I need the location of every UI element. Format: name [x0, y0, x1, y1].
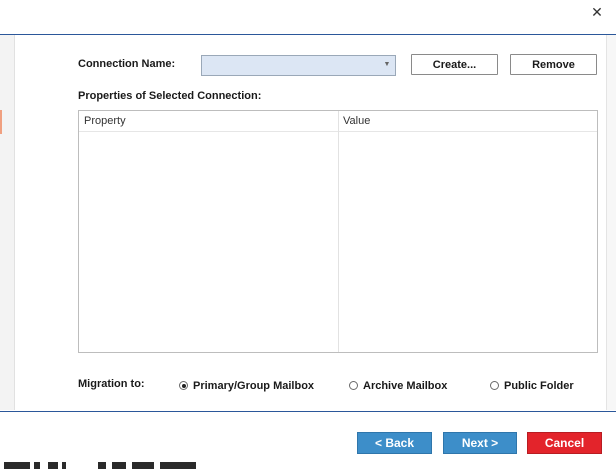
left-rail: [0, 35, 15, 410]
radio-label: Primary/Group Mailbox: [193, 380, 315, 392]
properties-grid[interactable]: Property Value: [78, 110, 598, 353]
remove-button[interactable]: Remove: [510, 54, 597, 75]
column-header-property[interactable]: Property: [84, 111, 126, 131]
column-header-value[interactable]: Value: [343, 111, 370, 131]
radio-primary-group-mailbox[interactable]: Primary/Group Mailbox: [179, 380, 329, 394]
radio-public-folder[interactable]: Public Folder: [490, 380, 590, 394]
left-rail-accent: [0, 110, 2, 134]
footer: [0, 412, 616, 469]
next-button[interactable]: Next >: [443, 432, 517, 454]
right-edge: [606, 35, 616, 410]
radio-label: Public Folder: [504, 380, 574, 392]
radio-indicator[interactable]: [179, 381, 188, 390]
migration-label: Migration to:: [78, 378, 145, 390]
column-divider: [338, 111, 339, 352]
connection-name-label: Connection Name:: [78, 58, 176, 70]
radio-archive-mailbox[interactable]: Archive Mailbox: [349, 380, 459, 394]
create-button[interactable]: Create...: [411, 54, 498, 75]
title-divider: [0, 34, 616, 35]
chevron-down-icon[interactable]: ▼: [381, 59, 393, 71]
radio-indicator[interactable]: [349, 381, 358, 390]
radio-label: Archive Mailbox: [363, 380, 448, 392]
background-text-fragment: [0, 462, 200, 469]
radio-indicator[interactable]: [490, 381, 499, 390]
properties-label: Properties of Selected Connection:: [78, 90, 262, 102]
connection-name-dropdown[interactable]: ▼: [201, 55, 396, 76]
close-icon[interactable]: ✕: [586, 0, 608, 24]
back-button[interactable]: < Back: [357, 432, 432, 454]
cancel-button[interactable]: Cancel: [527, 432, 602, 454]
